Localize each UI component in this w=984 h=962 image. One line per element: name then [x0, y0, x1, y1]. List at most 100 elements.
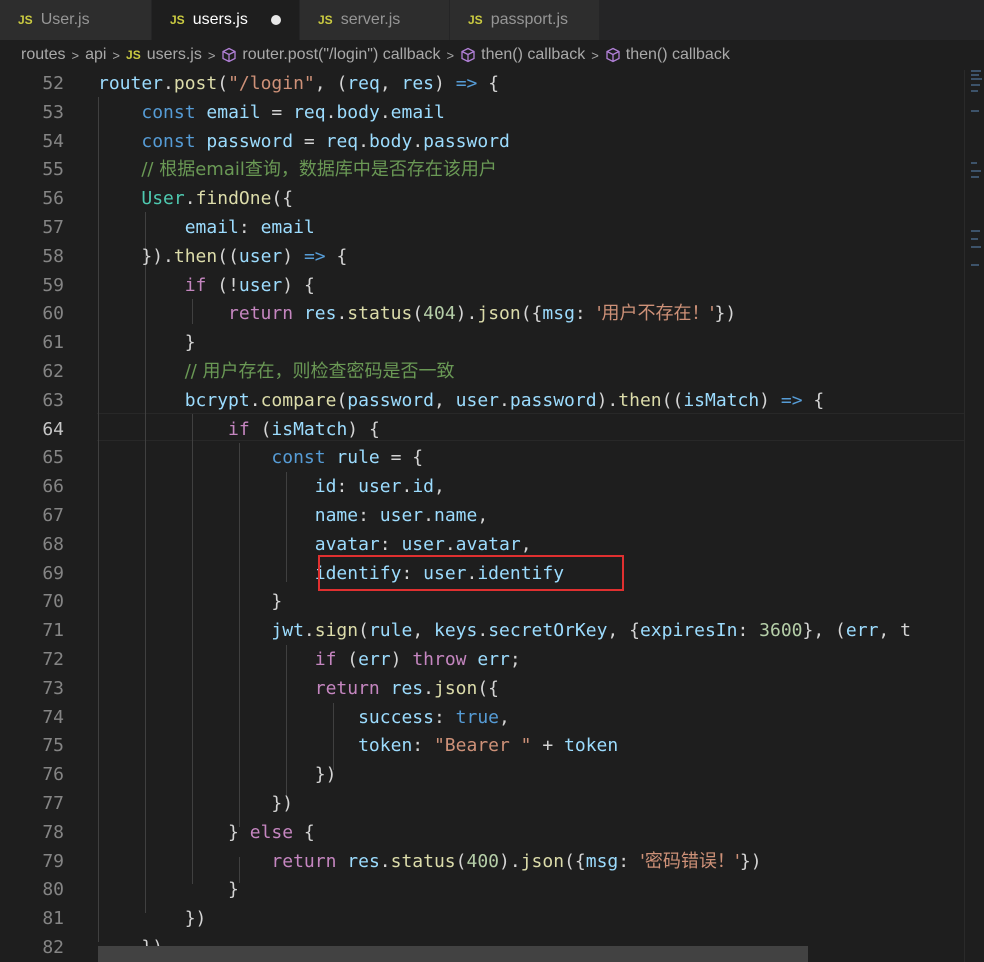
code-line: 56 User.findOne({	[0, 185, 964, 214]
line-number: 76	[42, 764, 64, 786]
code-comment: // 根据email查询，数据库中是否存在该用户	[141, 159, 497, 181]
code-line: 52 router.post("/login", (req, res) => {	[0, 70, 964, 99]
line-number: 65	[42, 447, 64, 469]
line-number: 73	[42, 677, 64, 699]
cube-symbol-icon	[222, 47, 237, 63]
code-text: }).then((user) => {	[141, 245, 348, 267]
code-line: 72 if (err) throw err;	[0, 646, 964, 675]
code-line: 75 token: "Bearer " + token	[0, 732, 964, 761]
code-text: }	[271, 591, 283, 613]
breadcrumb-symbol[interactable]: then() callback	[626, 46, 730, 64]
code-text: const email = req.body.email	[141, 101, 445, 123]
code-line: 66 id: user.id,	[0, 473, 964, 502]
code-text: return res.status(400).json({msg: '密码错误！…	[271, 850, 762, 872]
code-text: const password = req.body.password	[141, 130, 510, 152]
tab-passport-js[interactable]: JS passport.js	[450, 0, 600, 40]
code-text: id: user.id,	[314, 476, 445, 498]
breadcrumb-symbol[interactable]: then() callback	[481, 46, 585, 64]
tab-server-js[interactable]: JS server.js	[300, 0, 450, 40]
line-number: 72	[42, 649, 64, 670]
code-editor[interactable]: 52 router.post("/login", (req, res) => {…	[0, 70, 964, 962]
line-number: 71	[42, 620, 64, 642]
line-number: 62	[42, 361, 64, 382]
highlight-annotation-box	[318, 555, 624, 591]
code-text: User.findOne({	[141, 188, 294, 210]
line-number: 81	[42, 908, 64, 930]
minimap[interactable]	[964, 70, 984, 962]
line-number: 82	[42, 937, 64, 958]
code-line: 74 success: true,	[0, 704, 964, 733]
code-line: 53 const email = req.body.email	[0, 99, 964, 128]
tab-label: User.js	[40, 11, 90, 28]
code-text: return res.status(404).json({msg: '用户不存在…	[228, 303, 737, 325]
line-number: 78	[42, 821, 64, 843]
code-line: 80 }	[0, 876, 964, 905]
code-text: email: email	[184, 217, 315, 238]
js-file-icon: JS	[18, 13, 33, 27]
code-line: 55 // 根据email查询，数据库中是否存在该用户	[0, 156, 964, 185]
code-line: 67 name: user.name,	[0, 502, 964, 531]
code-text: const rule = {	[271, 447, 424, 469]
code-text: bcrypt.compare(password, user.password).…	[184, 389, 825, 411]
code-line: 54 const password = req.body.password	[0, 128, 964, 157]
code-text: jwt.sign(rule, keys.secretOrKey, {expire…	[271, 620, 911, 642]
js-file-icon: JS	[318, 13, 333, 27]
breadcrumb-routes[interactable]: routes	[21, 46, 65, 64]
code-line: 76 })	[0, 761, 964, 790]
code-text: if (err) throw err;	[314, 649, 521, 670]
line-number: 64	[42, 418, 64, 440]
code-line: 58 }).then((user) => {	[0, 243, 964, 272]
editor-tab-bar: JS User.js JS users.js JS server.js JS p…	[0, 0, 984, 40]
code-text: token: "Bearer " + token	[358, 735, 619, 757]
cube-symbol-icon	[461, 47, 475, 63]
tab-label: server.js	[340, 11, 401, 28]
tab-users-js[interactable]: JS users.js	[152, 0, 300, 40]
line-number: 77	[42, 793, 64, 814]
code-text: }	[228, 879, 239, 901]
line-number: 75	[42, 735, 64, 757]
chevron-right-icon: >	[71, 47, 80, 63]
code-line: 62 // 用户存在，则检查密码是否一致	[0, 358, 964, 387]
code-text: if (!user) {	[184, 274, 315, 296]
js-file-icon: JS	[170, 13, 185, 27]
line-number: 55	[42, 159, 64, 181]
line-number: 59	[42, 274, 64, 296]
code-line: 77 })	[0, 790, 964, 819]
code-text: if (isMatch) {	[228, 418, 380, 440]
code-text: router.post("/login", (req, res) => {	[98, 73, 500, 94]
code-line: 63 bcrypt.compare(password, user.passwor…	[0, 387, 964, 416]
horizontal-scrollbar[interactable]	[98, 946, 808, 962]
code-line: 73 return res.json({	[0, 675, 964, 704]
line-number: 57	[42, 217, 64, 238]
code-line: 65 const rule = {	[0, 444, 964, 473]
code-text: } else {	[228, 821, 315, 843]
line-number: 68	[42, 533, 64, 555]
breadcrumb-file[interactable]: users.js	[147, 46, 202, 64]
code-line: 78 } else {	[0, 819, 964, 848]
line-number: 61	[42, 332, 64, 354]
tab-user-js[interactable]: JS User.js	[0, 0, 152, 40]
line-number: 54	[42, 130, 64, 152]
unsaved-dot-icon[interactable]	[271, 15, 281, 25]
line-number: 69	[42, 562, 64, 584]
code-text: // 根据email查询，数据库中是否存在该用户	[98, 156, 497, 185]
code-text: })	[271, 793, 294, 814]
code-line: 79 return res.status(400).json({msg: '密码…	[0, 848, 964, 877]
code-text: name: user.name,	[314, 505, 489, 526]
code-line: 60 return res.status(404).json({msg: '用户…	[0, 300, 964, 329]
code-line-current: 64 if (isMatch) {	[0, 416, 964, 445]
tab-label: users.js	[192, 11, 248, 28]
code-text: success: true,	[358, 706, 510, 728]
code-line: 59 if (!user) {	[0, 272, 964, 301]
chevron-right-icon: >	[591, 47, 599, 63]
breadcrumb-symbol[interactable]: router.post("/login") callback	[242, 46, 440, 64]
line-number: 66	[42, 476, 64, 498]
line-number: 60	[42, 303, 64, 325]
line-number: 67	[42, 505, 64, 526]
code-text: }	[184, 332, 196, 354]
line-number: 52	[42, 73, 64, 94]
breadcrumb-api[interactable]: api	[85, 46, 106, 64]
js-file-icon: JS	[126, 48, 141, 62]
chevron-right-icon: >	[207, 47, 216, 63]
line-number: 63	[42, 389, 64, 411]
